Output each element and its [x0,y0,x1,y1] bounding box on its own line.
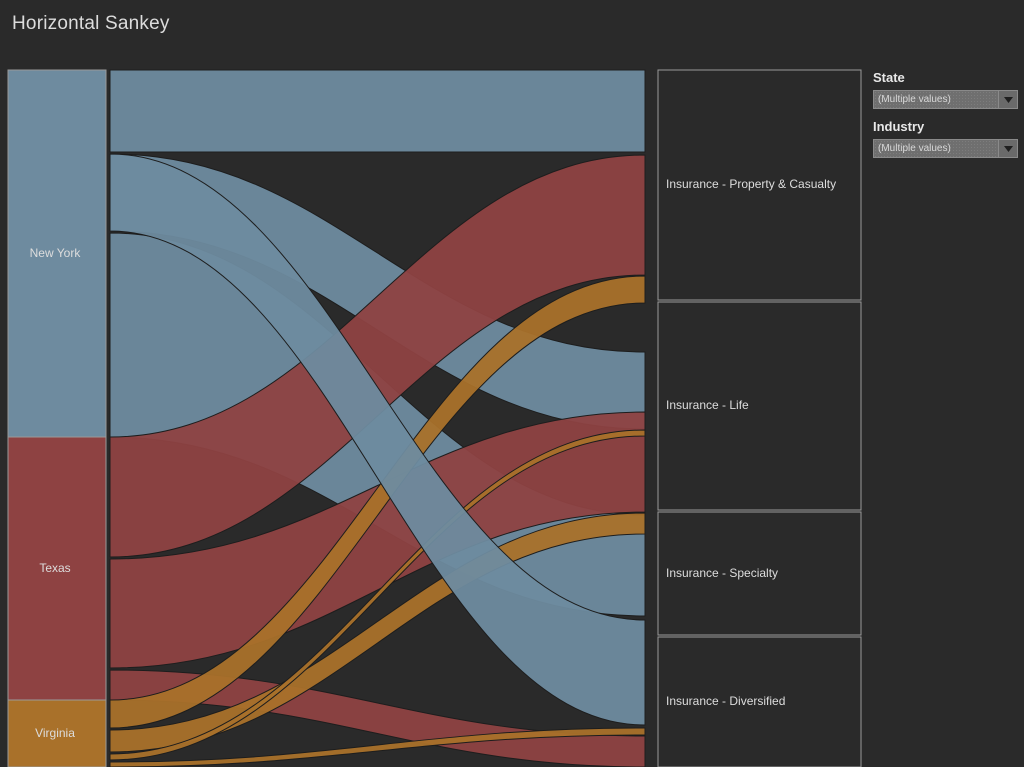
filter-state: State (Multiple values) [873,70,1018,109]
filter-industry-value[interactable]: (Multiple values) [874,140,998,157]
sankey-source-nodes [7,69,107,767]
chevron-down-icon[interactable] [998,91,1017,108]
sankey-target-node[interactable] [657,511,862,636]
filter-industry: Industry (Multiple values) [873,119,1018,158]
filter-industry-dropdown[interactable]: (Multiple values) [873,139,1018,158]
sankey-svg [7,69,862,767]
sankey-source-node[interactable] [7,699,107,767]
sankey-source-node[interactable] [7,69,107,438]
filter-state-dropdown[interactable]: (Multiple values) [873,90,1018,109]
sankey-target-node[interactable] [657,301,862,511]
sankey-chart: New York Texas Virginia Insurance - Propert… [0,60,868,767]
page-title: Horizontal Sankey [12,13,170,34]
sankey-target-node[interactable] [657,69,862,301]
filter-panel: State (Multiple values) Industry (Multip… [873,70,1018,168]
sankey-ribbon-ny-to-pc[interactable] [109,69,646,153]
chevron-down-icon[interactable] [998,140,1017,157]
filter-state-label: State [873,70,905,85]
sankey-ribbons [109,69,646,767]
sankey-target-node[interactable] [657,636,862,767]
filter-industry-label: Industry [873,119,925,134]
sankey-dashboard: Horizontal Sankey New York Texas Virginia I… [0,0,1024,767]
sankey-target-nodes [657,69,862,767]
filter-state-value[interactable]: (Multiple values) [874,91,998,108]
sankey-source-node[interactable] [7,436,107,701]
